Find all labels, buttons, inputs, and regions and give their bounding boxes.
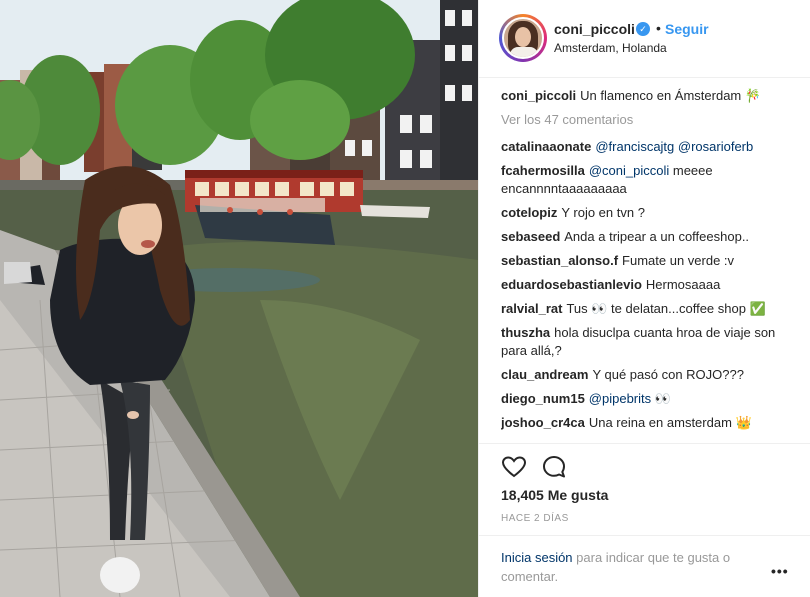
comment-text: Fumate un verde :v xyxy=(622,253,735,268)
caption-text: Un flamenco en Ámsterdam 🎋 xyxy=(580,88,762,103)
comment-mention[interactable]: @rosarioferb xyxy=(678,139,753,154)
location-link[interactable]: Amsterdam, Holanda xyxy=(554,41,667,55)
separator-dot: • xyxy=(656,20,661,36)
caption-username[interactable]: coni_piccoli xyxy=(501,88,576,103)
comment-item: ralvial_rat Tus 👀 te delatan...coffee sho… xyxy=(501,300,791,318)
login-link[interactable]: Inicia sesión xyxy=(501,550,573,565)
comment-username[interactable]: clau_andream xyxy=(501,367,588,382)
post-sidebar: coni_piccoli ✓ • Seguir Amsterdam, Holan… xyxy=(478,0,810,597)
post-header: coni_piccoli ✓ • Seguir Amsterdam, Holan… xyxy=(479,0,810,78)
comment-username[interactable]: cotelopiz xyxy=(501,205,557,220)
more-options-icon[interactable]: ••• xyxy=(771,563,789,579)
photo-canvas xyxy=(0,0,478,597)
username-link[interactable]: coni_piccoli xyxy=(554,21,635,37)
comment-item: thuszha hola disuclpa cuanta hroa de viaj… xyxy=(501,324,791,360)
post-photo[interactable] xyxy=(0,0,478,597)
comment-username[interactable]: sebastian_alonso.f xyxy=(501,253,618,268)
comment-text: Y qué pasó con ROJO??? xyxy=(592,367,744,382)
post-viewer: coni_piccoli ✓ • Seguir Amsterdam, Holan… xyxy=(0,0,810,597)
post-timestamp[interactable]: HACE 2 DÍAS xyxy=(501,513,569,524)
comment-item: catalinaaonate @franciscajtg @rosarioferb xyxy=(501,138,791,156)
login-text-block: Inicia sesión para indicar que te gusta … xyxy=(501,548,766,586)
comment-item: eduardosebastianlevio Hermosaaaa xyxy=(501,276,791,294)
comment-username[interactable]: fcahermosilla xyxy=(501,163,585,178)
comment-username[interactable]: diego_num15 xyxy=(501,391,585,406)
view-all-comments-link[interactable]: Ver los 47 comentarios xyxy=(501,111,791,129)
comment-item: sebaseed Anda a tripear a un coffeeshop.. xyxy=(501,228,791,246)
heart-icon[interactable] xyxy=(501,454,527,480)
likes-count[interactable]: 18,405 Me gusta xyxy=(501,487,608,503)
comment-text: Y rojo en tvn ? xyxy=(561,205,645,220)
comment-icon[interactable] xyxy=(541,454,567,480)
login-prompt: Inicia sesión para indicar que te gusta … xyxy=(479,535,810,597)
avatar-image xyxy=(502,17,544,59)
comment-mention[interactable]: @franciscajtg xyxy=(595,139,674,154)
comments-list[interactable]: coni_piccoli Un flamenco en Ámsterdam 🎋 V… xyxy=(501,87,791,443)
profile-avatar[interactable] xyxy=(499,14,547,62)
comment-mention[interactable]: @pipebrits xyxy=(589,391,651,406)
comment-item: joshoo_cr4ca Una reina en amsterdam 👑 xyxy=(501,414,791,432)
comment-username[interactable]: thuszha xyxy=(501,325,550,340)
follow-button[interactable]: Seguir xyxy=(665,21,709,37)
comment-text: Tus 👀 te delatan...coffee shop ✅ xyxy=(566,301,766,316)
comment-item: fcahermosilla @coni_piccoli meeee encannn… xyxy=(501,162,791,198)
comment-username[interactable]: sebaseed xyxy=(501,229,560,244)
comment-item: diego_num15 @pipebrits 👀 xyxy=(501,390,791,408)
comment-username[interactable]: catalinaaonate xyxy=(501,139,591,154)
comment-text: Hermosaaaa xyxy=(645,277,721,292)
comment-username[interactable]: joshoo_cr4ca xyxy=(501,415,585,430)
comment-item: sebastian_alonso.f Fumate un verde :v xyxy=(501,252,791,270)
comment-item: cotelopiz Y rojo en tvn ? xyxy=(501,204,791,222)
comment-text: Una reina en amsterdam 👑 xyxy=(588,415,752,430)
comment-text: 👀 xyxy=(654,391,671,406)
caption: coni_piccoli Un flamenco en Ámsterdam 🎋 xyxy=(501,87,791,105)
comment-mention[interactable]: @coni_piccoli xyxy=(589,163,669,178)
comment-username[interactable]: eduardosebastianlevio xyxy=(501,277,642,292)
comment-text: Anda a tripear a un coffeeshop.. xyxy=(564,229,750,244)
verified-badge-icon: ✓ xyxy=(636,22,650,36)
comment-username[interactable]: ralvial_rat xyxy=(501,301,562,316)
comment-item: clau_andream Y qué pasó con ROJO??? xyxy=(501,366,791,384)
